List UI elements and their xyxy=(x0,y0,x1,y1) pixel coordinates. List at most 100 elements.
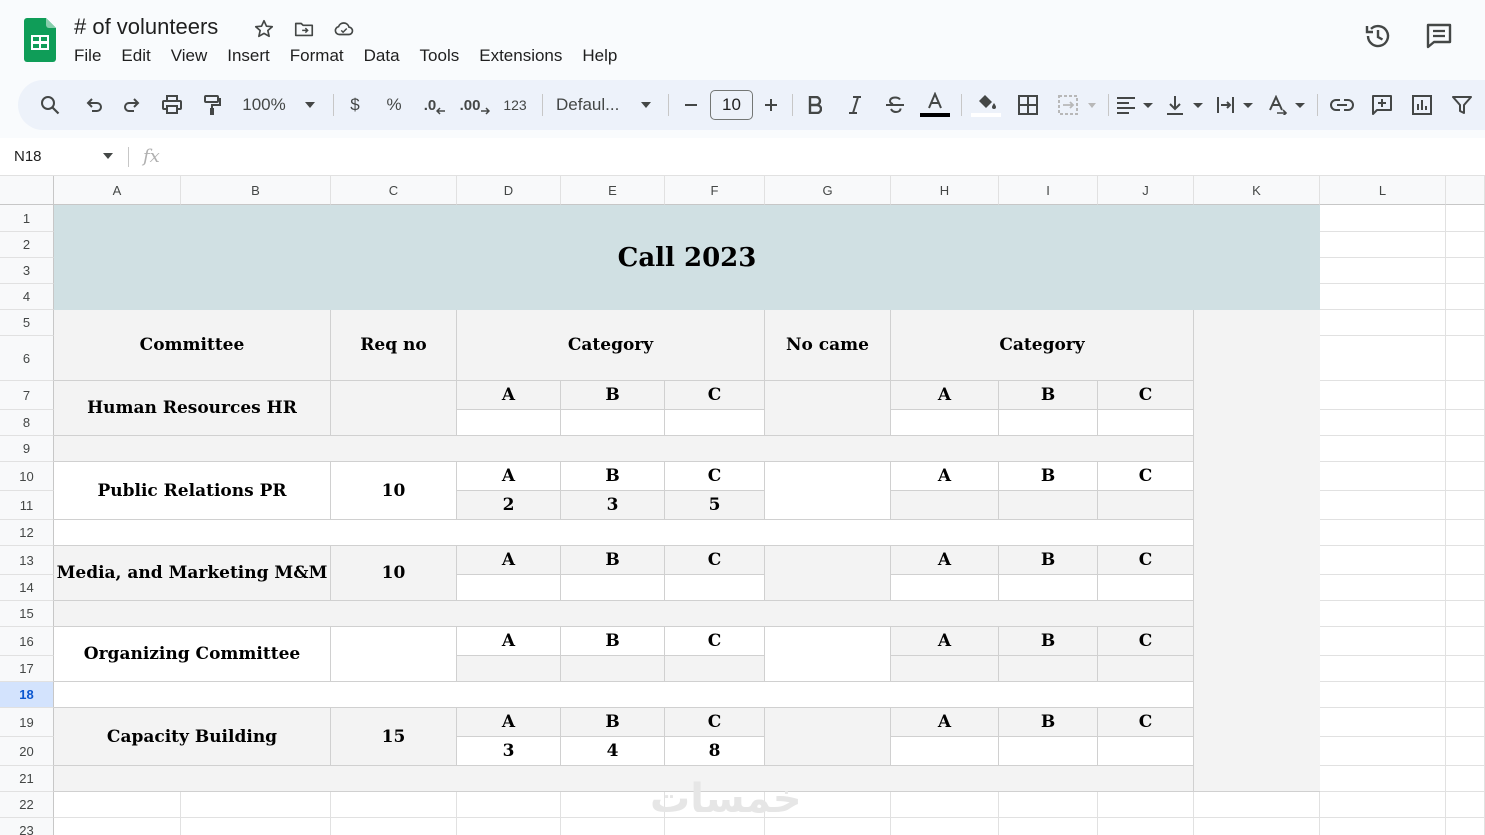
came-category-label[interactable]: C xyxy=(1098,462,1194,491)
no-came-value[interactable] xyxy=(765,546,891,601)
font-dropdown-icon[interactable] xyxy=(638,80,654,130)
row-header-12[interactable]: 12 xyxy=(0,520,54,546)
row-header-23[interactable]: 23 xyxy=(0,818,54,835)
no-came-value[interactable] xyxy=(765,708,891,766)
move-folder-icon[interactable] xyxy=(293,18,315,40)
format-percent-button[interactable]: % xyxy=(383,80,405,130)
category-label[interactable]: B xyxy=(561,627,665,656)
req-no-value[interactable] xyxy=(331,381,457,436)
menu-insert[interactable]: Insert xyxy=(217,44,280,68)
search-menus-icon[interactable] xyxy=(36,80,64,130)
document-title[interactable]: # of volunteers xyxy=(74,14,218,40)
spacer-row[interactable] xyxy=(54,520,1194,546)
category-req-value[interactable] xyxy=(457,656,561,682)
came-category-value[interactable] xyxy=(999,737,1098,766)
category-label[interactable]: B xyxy=(561,708,665,737)
paint-format-icon[interactable] xyxy=(198,80,226,130)
zoom-dropdown-icon[interactable] xyxy=(302,80,318,130)
category-req-value[interactable] xyxy=(665,575,765,601)
came-category-label[interactable]: B xyxy=(999,462,1098,491)
committee-name[interactable]: Human Resources HR xyxy=(54,381,331,436)
row-header-16[interactable]: 16 xyxy=(0,627,54,656)
came-category-value[interactable] xyxy=(1098,656,1194,682)
comments-icon[interactable] xyxy=(1423,20,1455,52)
came-category-value[interactable] xyxy=(1098,410,1194,436)
no-came-value[interactable] xyxy=(765,462,891,520)
category-label[interactable]: C xyxy=(665,546,765,575)
category-req-value[interactable]: 3 xyxy=(457,737,561,766)
font-size-input[interactable]: 10 xyxy=(710,90,753,120)
came-category-value[interactable] xyxy=(999,575,1098,601)
req-no-value[interactable] xyxy=(331,627,457,682)
category-req-value[interactable] xyxy=(457,410,561,436)
header-no-came[interactable]: No came xyxy=(765,310,891,381)
category-req-value[interactable] xyxy=(561,410,665,436)
horizontal-align-icon[interactable] xyxy=(1116,80,1156,130)
spacer-row[interactable] xyxy=(54,682,1194,708)
decrease-font-size-icon[interactable] xyxy=(680,80,702,130)
spacer-row[interactable] xyxy=(54,436,1194,462)
select-all-corner[interactable] xyxy=(0,176,54,205)
came-category-value[interactable] xyxy=(1098,737,1194,766)
category-req-value[interactable]: 4 xyxy=(561,737,665,766)
came-category-value[interactable] xyxy=(1098,491,1194,520)
header-req-no[interactable]: Req no xyxy=(331,310,457,381)
came-category-label[interactable]: C xyxy=(1098,708,1194,737)
version-history-icon[interactable] xyxy=(1362,20,1394,52)
came-category-label[interactable]: A xyxy=(891,546,999,575)
text-color-icon[interactable] xyxy=(920,80,950,130)
category-label[interactable]: A xyxy=(457,462,561,491)
column-k-band[interactable] xyxy=(1194,310,1320,792)
column-header-c[interactable]: C xyxy=(331,176,457,205)
spacer-row[interactable] xyxy=(54,766,1194,792)
row-header-10[interactable]: 10 xyxy=(0,462,54,491)
row-header-18[interactable]: 18 xyxy=(0,682,54,708)
category-req-value[interactable] xyxy=(665,656,765,682)
committee-name[interactable]: Public Relations PR xyxy=(54,462,331,520)
row-header-13[interactable]: 13 xyxy=(0,546,54,575)
row-header-20[interactable]: 20 xyxy=(0,737,54,766)
header-committee[interactable]: Committee xyxy=(54,310,331,381)
came-category-label[interactable]: B xyxy=(999,708,1098,737)
came-category-label[interactable]: B xyxy=(999,546,1098,575)
spacer-row[interactable] xyxy=(54,601,1194,627)
came-category-label[interactable]: B xyxy=(999,627,1098,656)
came-category-label[interactable]: C xyxy=(1098,546,1194,575)
came-category-label[interactable]: A xyxy=(891,462,999,491)
came-category-label[interactable]: B xyxy=(999,381,1098,410)
row-header-14[interactable]: 14 xyxy=(0,575,54,601)
merge-cells-icon[interactable] xyxy=(1058,80,1102,130)
increase-decimal-button[interactable]: .00 xyxy=(458,80,492,130)
came-category-value[interactable] xyxy=(891,575,999,601)
came-category-label[interactable]: A xyxy=(891,708,999,737)
font-family-select[interactable]: Defaul... xyxy=(556,80,630,130)
committee-name[interactable]: Organizing Committee xyxy=(54,627,331,682)
category-req-value[interactable] xyxy=(561,575,665,601)
category-label[interactable]: B xyxy=(561,462,665,491)
category-req-value[interactable]: 2 xyxy=(457,491,561,520)
req-no-value[interactable]: 15 xyxy=(331,708,457,766)
insert-chart-icon[interactable] xyxy=(1408,80,1436,130)
italic-icon[interactable] xyxy=(844,80,866,130)
row-header-19[interactable]: 19 xyxy=(0,708,54,737)
filter-icon[interactable] xyxy=(1448,80,1476,130)
category-label[interactable]: C xyxy=(665,627,765,656)
category-label[interactable]: B xyxy=(561,546,665,575)
column-header-d[interactable]: D xyxy=(457,176,561,205)
row-header-1[interactable]: 1 xyxy=(0,205,54,232)
text-rotation-icon[interactable] xyxy=(1268,80,1308,130)
menu-extensions[interactable]: Extensions xyxy=(469,44,572,68)
header-category-right[interactable]: Category xyxy=(891,310,1194,381)
row-header-15[interactable]: 15 xyxy=(0,601,54,627)
row-header-17[interactable]: 17 xyxy=(0,656,54,682)
redo-icon[interactable] xyxy=(118,80,146,130)
category-label[interactable]: A xyxy=(457,546,561,575)
insert-link-icon[interactable] xyxy=(1328,80,1356,130)
row-header-5[interactable]: 5 xyxy=(0,310,54,336)
menu-file[interactable]: File xyxy=(64,44,111,68)
column-header-f[interactable]: F xyxy=(665,176,765,205)
star-icon[interactable] xyxy=(253,18,275,40)
came-category-value[interactable] xyxy=(891,491,999,520)
header-category-left[interactable]: Category xyxy=(457,310,765,381)
menu-help[interactable]: Help xyxy=(572,44,627,68)
